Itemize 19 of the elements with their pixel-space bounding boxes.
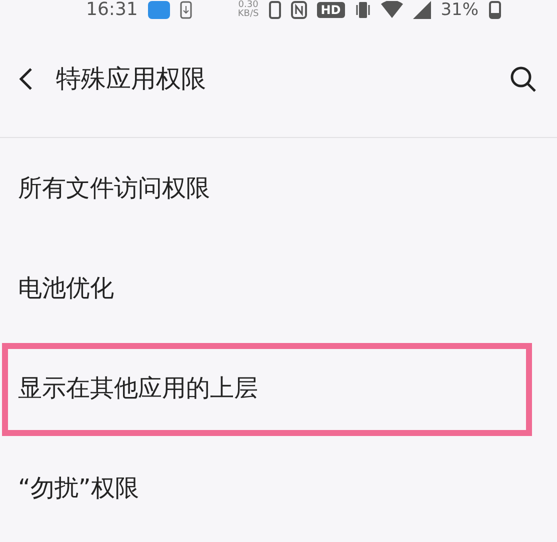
settings-item[interactable]: 所有文件访问权限: [18, 172, 210, 204]
status-time: 16:31: [86, 1, 138, 19]
nfc-icon: [290, 1, 307, 19]
battery-icon: [488, 1, 501, 19]
back-icon[interactable]: [18, 66, 34, 90]
wifi-icon: [380, 1, 403, 19]
hd-badge: HD: [316, 2, 345, 18]
phone-icon: [268, 1, 281, 19]
settings-item[interactable]: 电池优化: [18, 272, 114, 304]
vibrate-icon: [354, 1, 371, 19]
download-icon: [180, 1, 192, 19]
speed-unit: KB/S: [238, 10, 259, 19]
battery-percent: 31%: [440, 2, 479, 18]
signal-icon: [412, 1, 431, 19]
network-speed: 0.30: [238, 1, 258, 10]
settings-item[interactable]: “勿扰”权限: [18, 472, 139, 504]
settings-item[interactable]: 显示在其他应用的上层: [18, 372, 258, 404]
page-title: 特殊应用权限: [56, 63, 207, 95]
search-icon[interactable]: [509, 64, 537, 92]
